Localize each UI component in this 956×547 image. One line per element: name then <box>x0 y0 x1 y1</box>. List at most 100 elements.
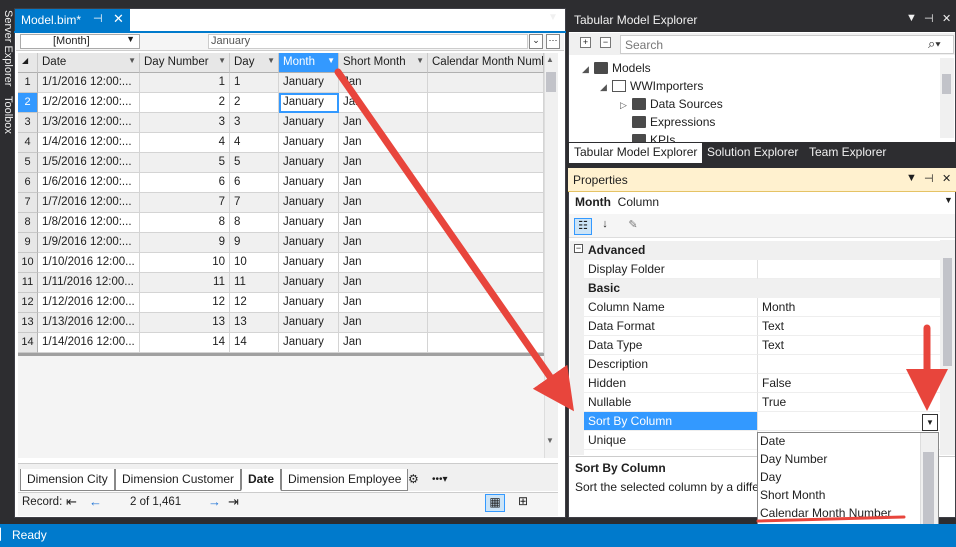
tme-search-input[interactable]: Search <box>620 35 954 54</box>
collapse-all-icon[interactable]: − <box>600 37 611 48</box>
grid-view-icon[interactable]: ▦ <box>485 494 505 512</box>
table-cell[interactable]: 1/11/2016 12:00... <box>38 273 140 293</box>
table-cell[interactable]: 1/8/2016 12:00:... <box>38 213 140 233</box>
sheet-tab-dimension-city[interactable]: Dimension City <box>20 469 115 491</box>
prev-record-icon[interactable]: ← <box>89 494 102 509</box>
select-all-corner[interactable]: ◢ <box>18 53 38 73</box>
row-header[interactable]: 3 <box>18 113 38 133</box>
table-cell[interactable]: 1/2/2016 12:00:... <box>38 93 140 113</box>
toolbox-tab[interactable]: Toolbox <box>2 96 14 134</box>
table-cell[interactable]: 1/14/2016 12:00... <box>38 333 140 353</box>
table-cell[interactable]: Jan <box>339 153 428 173</box>
table-cell[interactable]: Jan <box>339 213 428 233</box>
table-cell[interactable]: January <box>279 133 339 153</box>
tree-item-data-sources[interactable]: ▷ Data Sources <box>620 97 723 111</box>
table-cell[interactable]: 4 <box>140 133 230 153</box>
scroll-down-icon[interactable]: ▼ <box>546 436 554 445</box>
table-cell[interactable]: 1/7/2016 12:00:... <box>38 193 140 213</box>
sort-alpha-icon[interactable]: ↓ <box>596 218 614 235</box>
property-value[interactable]: Month <box>758 298 940 317</box>
table-cell[interactable]: Jan <box>339 293 428 313</box>
row-header[interactable]: 9 <box>18 233 38 253</box>
document-tab[interactable]: Model.bim* ⊣ ✕ <box>15 9 130 31</box>
row-header[interactable]: 13 <box>18 313 38 333</box>
table-cell[interactable]: Jan <box>339 133 428 153</box>
next-record-icon[interactable]: → <box>208 494 221 509</box>
table-cell[interactable]: 1/13/2016 12:00... <box>38 313 140 333</box>
table-cell[interactable]: 1/9/2016 12:00:... <box>38 233 140 253</box>
sheet-tab-dimension-customer[interactable]: Dimension Customer <box>115 469 242 491</box>
row-header[interactable]: 1 <box>18 73 38 93</box>
table-cell[interactable]: 3 <box>230 113 279 133</box>
category-basic[interactable]: −Basic <box>570 279 940 298</box>
search-icon[interactable]: ⌕▾ <box>928 36 941 52</box>
dropdown-option[interactable]: Calendar Month Number <box>760 506 891 520</box>
dropdown-option[interactable]: Short Month <box>760 488 825 502</box>
table-cell[interactable] <box>428 273 544 293</box>
filter-dropdown-icon[interactable]: ▼ <box>416 56 424 65</box>
table-cell[interactable]: January <box>279 193 339 213</box>
table-cell[interactable]: Jan <box>339 113 428 133</box>
table-cell[interactable] <box>428 333 544 353</box>
row-header[interactable]: 10 <box>18 253 38 273</box>
row-header[interactable]: 5 <box>18 153 38 173</box>
pin-icon[interactable]: ⊣ <box>924 12 934 25</box>
table-cell[interactable] <box>428 93 544 113</box>
tme-scroll-thumb[interactable] <box>942 74 951 94</box>
table-cell[interactable]: January <box>279 173 339 193</box>
sheet-tab-dimension-employee[interactable]: Dimension Employee <box>281 469 409 491</box>
close-icon[interactable]: ✕ <box>942 172 951 185</box>
property-value[interactable]: Text <box>758 317 940 336</box>
table-cell[interactable]: 8 <box>230 213 279 233</box>
column-header[interactable]: Short Month ▼ <box>339 53 428 73</box>
collapse-arrow-icon[interactable]: ◢ <box>600 82 612 93</box>
more-tabs-icon[interactable]: •••▾ <box>432 474 448 485</box>
collapse-toggle-icon[interactable]: − <box>574 244 583 253</box>
table-cell[interactable]: 6 <box>140 173 230 193</box>
table-cell[interactable]: January <box>279 213 339 233</box>
tree-item-kpis[interactable]: KPIs <box>632 133 675 142</box>
table-cell[interactable]: 3 <box>140 113 230 133</box>
table-cell[interactable]: 11 <box>140 273 230 293</box>
property-value[interactable]: False <box>758 374 940 393</box>
tree-item-expressions[interactable]: Expressions <box>632 115 715 129</box>
category-advanced[interactable]: − Advanced <box>570 241 940 260</box>
table-cell[interactable]: Jan <box>339 233 428 253</box>
table-cell[interactable]: 1/4/2016 12:00:... <box>38 133 140 153</box>
table-cell[interactable]: 5 <box>230 153 279 173</box>
dropdown-option[interactable]: Day Number <box>760 452 827 466</box>
column-header[interactable]: Calendar Month Number <box>428 53 544 73</box>
table-cell[interactable]: Jan <box>339 333 428 353</box>
table-cell[interactable]: 8 <box>140 213 230 233</box>
table-cell[interactable]: 1/12/2016 12:00... <box>38 293 140 313</box>
table-cell[interactable]: January <box>279 273 339 293</box>
diagram-view-icon[interactable]: ⊞ <box>518 494 528 508</box>
table-cell[interactable]: 7 <box>140 193 230 213</box>
wrench-icon[interactable]: ✎ <box>624 218 642 235</box>
table-cell[interactable]: Jan <box>339 273 428 293</box>
table-cell[interactable] <box>428 173 544 193</box>
close-icon[interactable]: ✕ <box>942 12 951 25</box>
table-cell[interactable]: 6 <box>230 173 279 193</box>
table-cell[interactable]: 2 <box>140 93 230 113</box>
tab-tabular-model-explorer[interactable]: Tabular Model Explorer <box>569 143 703 163</box>
table-cell[interactable] <box>428 193 544 213</box>
table-cell[interactable]: Jan <box>339 193 428 213</box>
table-cell[interactable]: 10 <box>230 253 279 273</box>
table-cell[interactable]: 14 <box>230 333 279 353</box>
grid-vertical-scrollbar[interactable] <box>544 53 558 458</box>
table-cell[interactable]: 11 <box>230 273 279 293</box>
column-selector[interactable]: [Month] ▼ <box>20 34 140 49</box>
first-record-icon[interactable]: ⇤ <box>66 494 77 510</box>
table-cell[interactable]: January <box>279 333 339 353</box>
filter-dropdown-icon[interactable]: ▼ <box>327 56 335 65</box>
table-cell[interactable]: Jan <box>339 73 428 93</box>
row-header[interactable]: 7 <box>18 193 38 213</box>
expand-all-icon[interactable]: + <box>580 37 591 48</box>
expand-arrow-icon[interactable]: ▷ <box>620 100 632 111</box>
filter-dropdown-icon[interactable]: ▼ <box>128 56 136 65</box>
property-value[interactable] <box>758 260 940 279</box>
table-cell[interactable]: January <box>279 93 339 113</box>
row-header[interactable]: 6 <box>18 173 38 193</box>
sort-by-column-dropdown-button[interactable]: ▼ <box>922 414 938 431</box>
